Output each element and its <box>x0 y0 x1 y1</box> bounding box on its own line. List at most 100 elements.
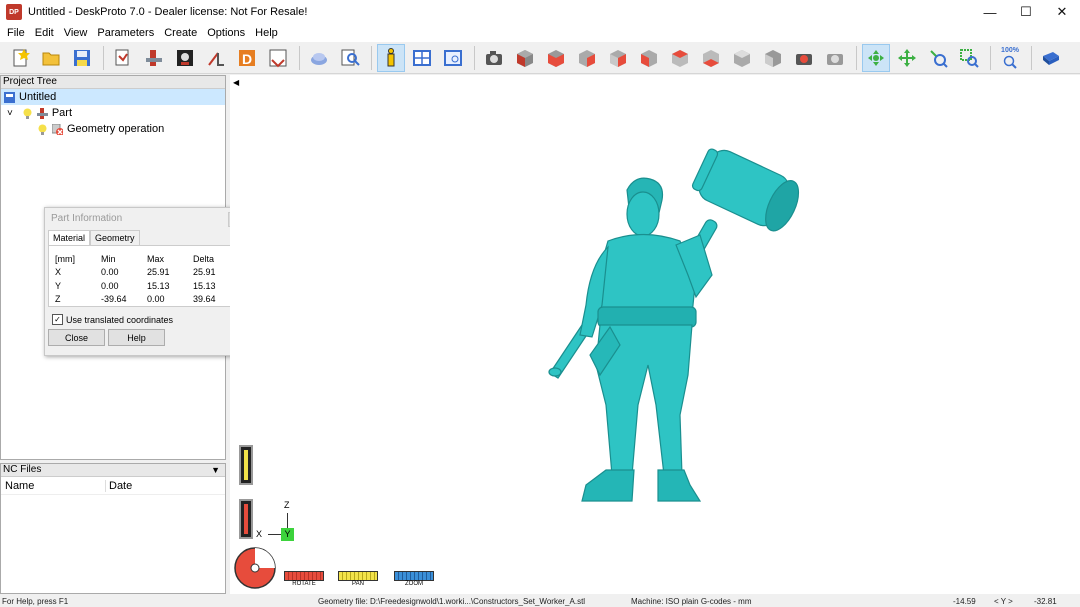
zoom-window-button[interactable] <box>955 44 983 72</box>
save-nc-icon <box>269 49 287 67</box>
cube-right-icon <box>641 49 657 67</box>
cube-back-icon <box>579 49 595 67</box>
minimize-button[interactable]: — <box>972 0 1008 24</box>
3d-model-render <box>548 148 800 502</box>
camera-view-button[interactable] <box>480 44 508 72</box>
viewports-button[interactable] <box>408 44 436 72</box>
open-project-button[interactable] <box>37 44 65 72</box>
operation-error-icon <box>52 123 63 135</box>
menu-view[interactable]: View <box>59 27 93 39</box>
elevation-slider[interactable] <box>239 445 253 485</box>
zoom-mode-label: ZOOM <box>405 581 423 587</box>
dropdown-arrow-icon[interactable]: ▼ <box>211 464 220 476</box>
status-coord-1: -14.59 <box>953 597 976 606</box>
rotate-tool-button[interactable] <box>862 43 890 72</box>
magnify-doc-icon <box>341 49 360 66</box>
view-wire-button[interactable] <box>759 44 787 72</box>
help-book-button[interactable] <box>1037 44 1065 72</box>
new-document-icon <box>13 48 30 66</box>
view-iso-button[interactable] <box>511 44 539 72</box>
lightbulb-icon[interactable] <box>37 124 48 135</box>
tree-item-part[interactable]: ˅ Part <box>1 105 225 121</box>
menu-create[interactable]: Create <box>159 27 202 39</box>
geometry-button[interactable] <box>109 44 137 72</box>
column-date[interactable]: Date <box>105 479 132 492</box>
cube-iso-icon <box>517 49 533 67</box>
svg-text:D: D <box>242 51 252 67</box>
table-row-z: Z -39.64 0.00 39.64 <box>49 293 240 307</box>
tree-item-project[interactable]: Untitled <box>1 89 225 105</box>
save-icon <box>74 49 90 66</box>
zoom-mode-button[interactable]: ZOOM <box>394 571 434 588</box>
view-shaded-button[interactable] <box>728 44 756 72</box>
menu-parameters[interactable]: Parameters <box>92 27 159 39</box>
pan-mode-label: PAN <box>352 581 364 587</box>
project-icon <box>4 91 15 103</box>
save-nc-button[interactable] <box>264 44 292 72</box>
menu-edit[interactable]: Edit <box>30 27 59 39</box>
translated-coordinates-checkbox[interactable]: ✓ <box>52 314 63 325</box>
snapshot-grey-button[interactable] <box>821 44 849 72</box>
view-bottom-button[interactable] <box>697 44 725 72</box>
dialog-title-bar[interactable]: Part Information <box>45 208 244 230</box>
table-header-row: [mm] Min Max Delta <box>49 252 240 266</box>
cube-grey-icon <box>734 49 750 67</box>
decorate-button[interactable]: D <box>233 44 261 72</box>
view-options-button[interactable] <box>439 44 467 72</box>
tree-item-label: Untitled <box>19 91 57 103</box>
view-back-button[interactable] <box>573 44 601 72</box>
cell-delta: 39.64 <box>193 294 216 305</box>
distance-slider[interactable] <box>239 499 253 539</box>
cell-min: 0.00 <box>101 267 119 278</box>
menu-help[interactable]: Help <box>250 27 283 39</box>
vector-button[interactable] <box>202 44 230 72</box>
header-max: Max <box>147 253 165 264</box>
zoom-tool-button[interactable] <box>924 44 952 72</box>
view-left-button[interactable] <box>604 44 632 72</box>
rotate-mode-button[interactable]: ROTATE <box>284 571 324 588</box>
menu-file[interactable]: File <box>2 27 30 39</box>
rotation-dial-icon[interactable] <box>233 546 277 590</box>
preview-button[interactable] <box>336 44 364 72</box>
camera-red-icon <box>796 53 812 65</box>
window-view-icon <box>444 49 462 66</box>
save-project-button[interactable] <box>68 44 96 72</box>
view-top-button[interactable] <box>666 44 694 72</box>
info-icon <box>387 47 395 66</box>
camera-grey-icon <box>827 53 843 65</box>
new-project-button[interactable] <box>6 44 34 72</box>
maximize-button[interactable]: ☐ <box>1008 0 1044 24</box>
3d-viewport[interactable]: ◀ Z X Y ROTATE PAN ZOOM <box>230 75 1080 594</box>
rotate-mode-label: ROTATE <box>292 581 316 587</box>
close-window-button[interactable]: ✕ <box>1044 0 1080 24</box>
translated-coordinates-option[interactable]: ✓ Use translated coordinates <box>52 314 244 325</box>
part-info-button[interactable] <box>377 43 405 72</box>
bitmap-icon <box>177 49 193 66</box>
view-right-button[interactable] <box>635 44 663 72</box>
collapse-chevron-icon[interactable]: ˅ <box>7 108 13 119</box>
zoom-in-icon <box>930 49 948 68</box>
row-axis: Z <box>55 294 61 305</box>
simulation-button[interactable] <box>305 44 333 72</box>
cube-bottom-icon <box>703 49 719 67</box>
pan-tool-button[interactable] <box>893 44 921 72</box>
lightbulb-icon[interactable] <box>22 108 33 119</box>
tab-geometry[interactable]: Geometry <box>90 230 140 245</box>
pan-mode-button[interactable]: PAN <box>338 571 378 588</box>
cube-wire-icon <box>765 49 781 67</box>
cube-left-icon <box>610 49 626 67</box>
part-parameters-button[interactable] <box>140 44 168 72</box>
close-button[interactable]: Close <box>48 329 105 346</box>
row-axis: X <box>55 267 62 278</box>
snapshot-button[interactable] <box>790 44 818 72</box>
table-row-y: Y 0.00 15.13 15.13 <box>49 279 240 293</box>
tree-item-geometry-operation[interactable]: Geometry operation <box>1 121 225 137</box>
view-front-button[interactable] <box>542 44 570 72</box>
tab-material[interactable]: Material <box>48 230 91 245</box>
tree-item-label: Geometry operation <box>67 123 165 135</box>
menu-options[interactable]: Options <box>202 27 250 39</box>
column-name[interactable]: Name <box>1 480 105 492</box>
bitmap-button[interactable] <box>171 44 199 72</box>
help-button[interactable]: Help <box>108 329 165 346</box>
zoom-100-button[interactable]: 100% <box>996 44 1024 72</box>
